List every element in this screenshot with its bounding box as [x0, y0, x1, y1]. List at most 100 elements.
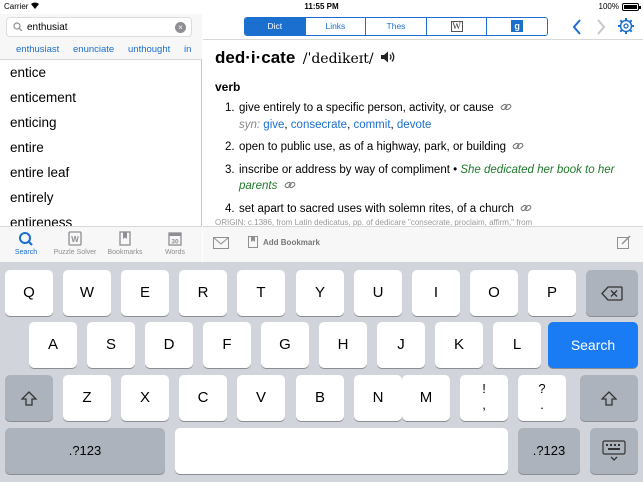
suggestion-item[interactable]: enunciate [73, 44, 114, 55]
synonym-label: syn: [239, 118, 261, 131]
key-g[interactable]: G [261, 322, 309, 368]
bookmark-icon[interactable] [248, 236, 258, 248]
link-icon[interactable] [520, 203, 532, 213]
search-box[interactable]: × [6, 17, 192, 37]
sense-text: set apart to sacred uses with solemn rit… [239, 202, 514, 215]
google-icon: g [511, 20, 524, 32]
synonym-link[interactable]: commit [353, 119, 390, 131]
synonym-link[interactable]: devote [397, 119, 432, 131]
list-item[interactable]: entirely [0, 185, 202, 210]
list-item[interactable]: entice [0, 60, 202, 85]
key-question-period[interactable]: ? . [518, 375, 566, 421]
forward-arrow-icon[interactable] [595, 18, 607, 36]
tab-words[interactable]: 30 Words [150, 231, 200, 256]
source-segmented-control: Dict Links Thes W g [244, 17, 548, 36]
suggestion-bar: enthusiast enunciate unthought in [0, 40, 202, 60]
key-l[interactable]: L [493, 322, 541, 368]
key-k[interactable]: K [435, 322, 483, 368]
compose-icon[interactable] [617, 235, 631, 249]
synonym-link[interactable]: consecrate [291, 119, 347, 131]
word-list-pane: × enthusiast enunciate unthought in enti… [0, 14, 202, 262]
tab-bar: Search W Puzzle Solver Bookmarks 30 Word… [0, 226, 202, 262]
definition-toolbar: Add Bookmark [203, 226, 643, 262]
gear-icon[interactable] [617, 17, 635, 35]
sense-item: 1. give entirely to a specific person, a… [225, 100, 635, 133]
key-m[interactable]: M [402, 375, 450, 421]
segment-dict[interactable]: Dict [245, 18, 305, 35]
key-j[interactable]: J [377, 322, 425, 368]
segment-wikipedia[interactable]: W [425, 18, 487, 35]
key-c[interactable]: C [179, 375, 227, 421]
add-bookmark-button[interactable]: Add Bookmark [263, 238, 320, 247]
sense-number: 2. [225, 141, 235, 153]
key-d[interactable]: D [145, 322, 193, 368]
dictionary-entry: ded·i·cate /ˈdedikeɪt/ verb 1. give enti… [215, 48, 635, 223]
search-input[interactable] [27, 20, 167, 35]
shift-key-left[interactable] [5, 375, 53, 421]
sense-item: 3. inscribe or address by way of complim… [225, 162, 635, 195]
suggestion-item[interactable]: enthusiast [16, 44, 59, 55]
numbers-key-left[interactable]: .?123 [5, 428, 165, 474]
link-icon[interactable] [512, 141, 524, 151]
pronunciation: /ˈdedikeɪt/ [302, 51, 374, 67]
link-icon[interactable] [284, 180, 296, 190]
key-q[interactable]: Q [5, 270, 53, 316]
key-secondary: , [482, 397, 486, 412]
mail-icon[interactable] [213, 237, 229, 249]
key-y[interactable]: Y [296, 270, 344, 316]
hide-keyboard-key[interactable] [590, 428, 638, 474]
back-arrow-icon[interactable] [571, 18, 583, 36]
search-icon [19, 232, 33, 246]
synonym-link[interactable]: give [263, 119, 284, 131]
list-item[interactable]: entire [0, 135, 202, 160]
suggestion-item[interactable]: in [184, 44, 191, 55]
sense-item: 4. set apart to sacred uses with solemn … [225, 201, 635, 218]
keyboard-dismiss-icon [602, 440, 626, 461]
segment-links[interactable]: Links [304, 18, 366, 35]
link-icon[interactable] [500, 102, 512, 112]
key-exclamation-comma[interactable]: ! , [460, 375, 508, 421]
list-item[interactable]: entireness [0, 210, 202, 226]
list-item[interactable]: enticement [0, 85, 202, 110]
key-f[interactable]: F [203, 322, 251, 368]
suggestion-item[interactable]: unthought [128, 44, 170, 55]
definition-pane: Dict Links Thes W g ded·i·cate /ˈdedikeɪ… [203, 14, 643, 262]
backspace-icon [601, 285, 623, 301]
tab-bookmarks[interactable]: Bookmarks [100, 231, 150, 256]
tab-search[interactable]: Search [1, 231, 51, 256]
status-bar: Carrier 11:55 PM 100% [0, 0, 643, 14]
key-z[interactable]: Z [63, 375, 111, 421]
key-v[interactable]: V [237, 375, 285, 421]
sense-text: inscribe or address by way of compliment [239, 163, 450, 176]
key-h[interactable]: H [319, 322, 367, 368]
svg-text:30: 30 [171, 239, 179, 246]
key-n[interactable]: N [354, 375, 402, 421]
numbers-key-right[interactable]: .?123 [518, 428, 580, 474]
speaker-icon[interactable] [380, 50, 396, 64]
key-s[interactable]: S [87, 322, 135, 368]
key-t[interactable]: T [237, 270, 285, 316]
sense-item: 2. open to public use, as of a highway, … [225, 139, 635, 156]
list-item[interactable]: enticing [0, 110, 202, 135]
sense-number: 4. [225, 202, 235, 215]
key-secondary: . [540, 397, 544, 412]
segment-thes[interactable]: Thes [365, 18, 426, 35]
key-x[interactable]: X [121, 375, 169, 421]
list-item[interactable]: entire leaf [0, 160, 202, 185]
backspace-key[interactable] [586, 270, 638, 316]
key-r[interactable]: R [179, 270, 227, 316]
tab-puzzle-solver[interactable]: W Puzzle Solver [50, 231, 100, 256]
shift-key-right[interactable] [580, 375, 638, 421]
key-o[interactable]: O [470, 270, 518, 316]
clear-search-icon[interactable]: × [175, 22, 186, 33]
segment-google[interactable]: g [486, 18, 547, 35]
space-key[interactable] [175, 428, 508, 474]
search-key[interactable]: Search [548, 322, 638, 368]
key-w[interactable]: W [63, 270, 111, 316]
key-e[interactable]: E [121, 270, 169, 316]
key-b[interactable]: B [296, 375, 344, 421]
key-a[interactable]: A [29, 322, 77, 368]
key-i[interactable]: I [412, 270, 460, 316]
key-u[interactable]: U [354, 270, 402, 316]
key-p[interactable]: P [528, 270, 576, 316]
